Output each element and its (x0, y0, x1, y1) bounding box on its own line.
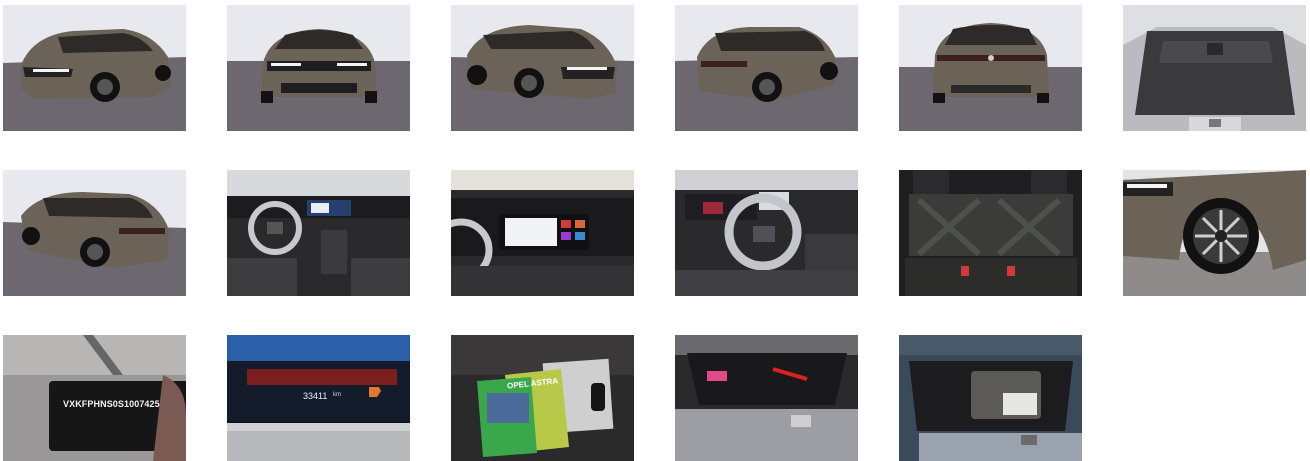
odometer-reading-text: 33411 (303, 391, 328, 401)
photo-thumbnail-manuals-keys[interactable]: OPEL ASTRA (451, 335, 634, 461)
photo-thumbnail-steering-wheel[interactable] (675, 170, 858, 296)
car-front-left-image (3, 5, 186, 131)
photo-thumbnail-car-front-left[interactable] (3, 5, 186, 131)
car-front-right-image (451, 5, 634, 131)
photo-thumbnail-car-rear-right[interactable] (3, 170, 186, 296)
car-rear-image (899, 5, 1082, 131)
photo-thumbnail-dashboard[interactable] (227, 170, 410, 296)
car-rear-left-image (675, 5, 858, 131)
rear-seats-image (899, 170, 1082, 296)
tyre-repair-kit-image (899, 335, 1082, 461)
car-front-image (227, 5, 410, 131)
vin-card-image (3, 335, 186, 461)
photo-thumbnail-underfloor-storage[interactable] (675, 335, 858, 461)
photo-gallery: VXKFPHNS0S1007425 33411 km OPEL ASTRA (0, 0, 1310, 461)
odometer-unit-text: km (333, 392, 341, 398)
photo-thumbnail-infotainment[interactable] (451, 170, 634, 296)
photo-thumbnail-car-front[interactable] (227, 5, 410, 131)
photo-thumbnail-car-rear-left[interactable] (675, 5, 858, 131)
steering-wheel-interior-image (675, 170, 858, 296)
infotainment-screen-image (451, 170, 634, 296)
photo-thumbnail-wheel-detail[interactable] (1123, 170, 1306, 296)
dashboard-interior-image (227, 170, 410, 296)
photo-thumbnail-boot-interior[interactable] (1123, 5, 1306, 131)
car-rear-right-image (3, 170, 186, 296)
photo-thumbnail-rear-seats[interactable] (899, 170, 1082, 296)
photo-thumbnail-tyre-repair-kit[interactable] (899, 335, 1082, 461)
underfloor-storage-image (675, 335, 858, 461)
vin-number-text: VXKFPHNS0S1007425 (63, 399, 160, 409)
wheel-detail-image (1123, 170, 1306, 296)
manuals-and-keys-image (451, 335, 634, 461)
boot-interior-image (1123, 5, 1306, 131)
photo-thumbnail-vin-card[interactable]: VXKFPHNS0S1007425 (3, 335, 186, 461)
photo-thumbnail-car-rear[interactable] (899, 5, 1082, 131)
photo-thumbnail-odometer[interactable]: 33411 km (227, 335, 410, 461)
photo-thumbnail-car-front-right[interactable] (451, 5, 634, 131)
